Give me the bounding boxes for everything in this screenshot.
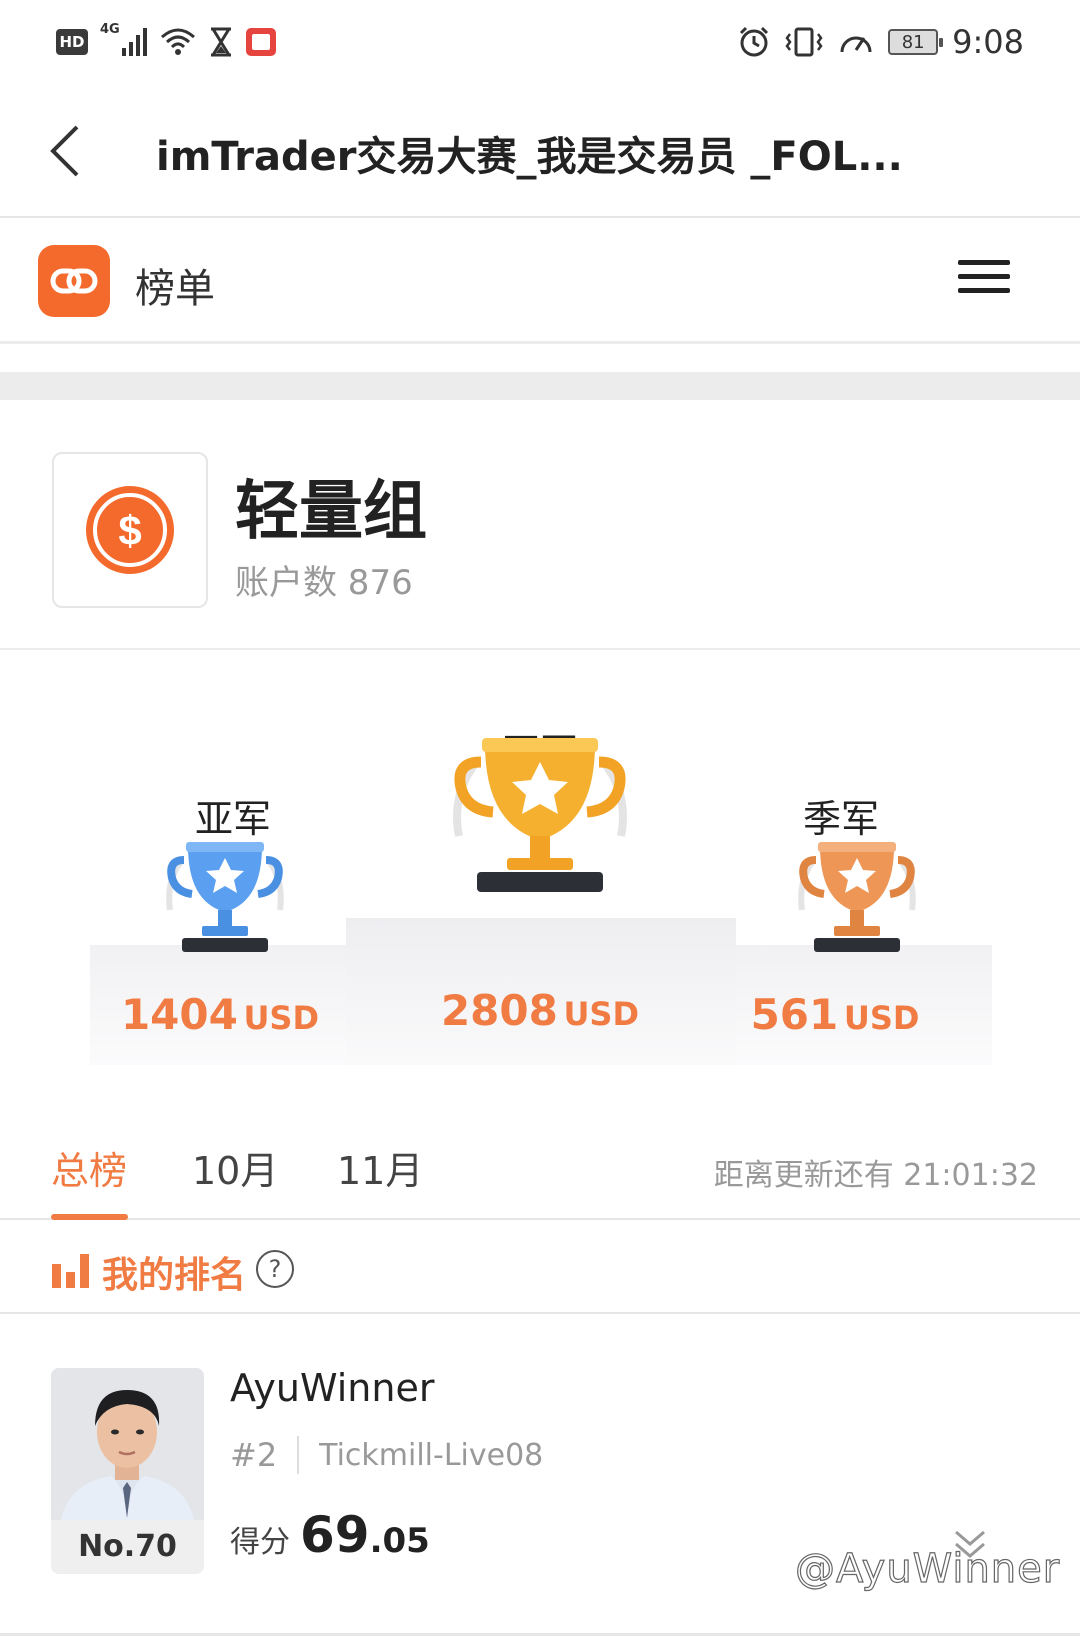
- ranking-tabs: 总榜 10月 11月 距离更新还有 21:01:32: [0, 1110, 1080, 1220]
- group-icon-box: $: [52, 452, 208, 608]
- avatar: [51, 1368, 204, 1520]
- alarm-icon: [740, 26, 769, 57]
- app-header: 榜单: [0, 220, 1080, 344]
- group-rank: #2: [230, 1436, 278, 1474]
- svg-text:$: $: [118, 507, 141, 554]
- user-ranking-row[interactable]: No.70 AyuWinner #2 Tickmill-Live08 得分 69.…: [0, 1316, 1080, 1636]
- tab-october[interactable]: 10月: [192, 1140, 278, 1195]
- my-ranking-header: 我的排名 ?: [0, 1222, 1080, 1314]
- active-tab-indicator: [51, 1214, 128, 1220]
- update-countdown: 距离更新还有 21:01:32: [713, 1158, 1038, 1193]
- signal-icon: 4G: [100, 22, 148, 58]
- bar-chart-icon: [52, 1254, 89, 1288]
- score-integer: 69: [300, 1506, 370, 1564]
- meta-divider: [297, 1436, 300, 1474]
- broker-account: Tickmill-Live08: [319, 1437, 544, 1473]
- nav-bar: imTrader交易大赛_我是交易员 _FOL...: [0, 84, 1080, 218]
- link-icon: [50, 268, 98, 294]
- podium: 亚军 冠军 季军: [0, 660, 1080, 1065]
- chevron-left-icon: [50, 125, 79, 177]
- status-bar: HD 4G 81 9:08: [0, 0, 1080, 84]
- menu-button[interactable]: [958, 260, 1010, 300]
- first-place-prize: 2808 USD: [420, 986, 660, 1035]
- tab-overall[interactable]: 总榜: [51, 1140, 127, 1195]
- silver-trophy-icon: [166, 842, 284, 952]
- battery-icon: 81: [888, 29, 944, 55]
- third-prize-amount: 561: [750, 990, 839, 1039]
- score-label: 得分: [230, 1525, 290, 1560]
- avatar-card: No.70: [51, 1368, 204, 1574]
- score-decimal: .05: [369, 1521, 430, 1561]
- watermark: @AyuWinner: [794, 1545, 1061, 1592]
- avatar-portrait-icon: [51, 1368, 204, 1520]
- second-prize-amount: 1404: [120, 990, 238, 1039]
- group-title: 轻量组: [235, 475, 427, 549]
- hamburger-icon: [958, 260, 1010, 265]
- third-prize-unit: USD: [843, 999, 920, 1037]
- hd-icon: HD: [56, 29, 88, 55]
- gold-trophy-icon: [453, 738, 627, 892]
- status-time: 9:08: [952, 23, 1024, 61]
- hamburger-line: [958, 288, 1010, 293]
- my-ranking-label: 我的排名: [102, 1255, 247, 1296]
- bronze-trophy-icon: [798, 842, 916, 952]
- second-prize-unit: USD: [243, 999, 320, 1037]
- account-count: 账户数 876: [235, 563, 413, 603]
- first-prize-amount: 2808: [440, 986, 558, 1035]
- help-icon[interactable]: ?: [256, 1250, 294, 1288]
- app-logo[interactable]: [38, 245, 110, 317]
- hamburger-line: [958, 274, 1010, 279]
- dollar-coin-icon: $: [86, 486, 174, 574]
- overall-position: No.70: [51, 1520, 204, 1574]
- first-prize-unit: USD: [563, 995, 640, 1033]
- third-place-prize: 561 USD: [735, 990, 935, 1039]
- second-place-label: 亚军: [194, 797, 271, 841]
- book-icon: [246, 28, 276, 56]
- hourglass-icon: [211, 27, 231, 57]
- third-place-label: 季军: [802, 797, 879, 841]
- back-button[interactable]: [30, 116, 100, 186]
- vibrate-icon: [785, 27, 823, 57]
- section-divider: [0, 372, 1080, 400]
- page-title: imTrader交易大赛_我是交易员 _FOL...: [156, 134, 903, 180]
- app-header-label: 榜单: [135, 266, 215, 312]
- user-meta: #2 Tickmill-Live08: [230, 1436, 543, 1474]
- speedometer-icon: [840, 36, 872, 53]
- wifi-icon: [161, 28, 195, 55]
- second-place-prize: 1404 USD: [110, 990, 330, 1039]
- user-name: AyuWinner: [230, 1366, 435, 1410]
- user-score: 得分 69.05: [230, 1506, 430, 1564]
- tab-november[interactable]: 11月: [337, 1140, 423, 1195]
- group-card: $ 轻量组 账户数 876: [0, 400, 1080, 650]
